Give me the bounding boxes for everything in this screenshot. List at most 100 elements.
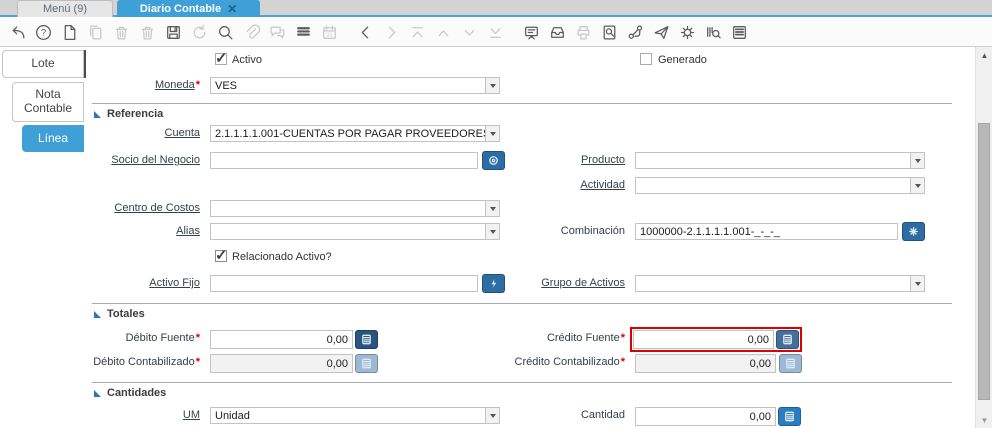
tab-label: Diario Contable bbox=[139, 2, 222, 15]
preference-icon[interactable] bbox=[678, 23, 697, 42]
socio-negocio-label[interactable]: Socio del Negocio bbox=[88, 152, 200, 169]
scroll-up-icon[interactable]: ▲ bbox=[976, 47, 992, 63]
section-divider bbox=[92, 382, 952, 383]
chevron-down-icon[interactable] bbox=[485, 78, 499, 93]
chevron-down-icon[interactable] bbox=[910, 178, 924, 193]
cantidad-label: Cantidad bbox=[580, 409, 625, 421]
last-record-icon bbox=[486, 23, 505, 42]
new-record-icon[interactable] bbox=[60, 23, 79, 42]
chevron-down-icon[interactable] bbox=[910, 276, 924, 291]
calendar-icon: 31 bbox=[320, 23, 339, 42]
help-icon[interactable]: ? bbox=[34, 23, 53, 42]
centro-costos-label[interactable]: Centro de Costos bbox=[88, 200, 200, 217]
svg-text:?: ? bbox=[41, 28, 46, 39]
combinacion-edit-button[interactable] bbox=[902, 222, 925, 241]
activo-fijo-button[interactable] bbox=[482, 274, 505, 293]
collapse-icon[interactable] bbox=[94, 389, 101, 397]
cantidad-calculator-button[interactable] bbox=[778, 407, 801, 426]
undo-icon[interactable] bbox=[8, 23, 27, 42]
credito-fuente-highlight: 0,00 bbox=[630, 327, 802, 352]
credito-fuente-input[interactable]: 0,00 bbox=[633, 330, 774, 349]
relacionado-activo-checkbox[interactable]: ✓ bbox=[215, 248, 228, 263]
um-combobox[interactable]: Unidad bbox=[210, 407, 500, 424]
detail-back-icon[interactable] bbox=[356, 23, 375, 42]
tab-menu[interactable]: Menú (9) bbox=[17, 0, 113, 17]
parent-record-icon[interactable] bbox=[522, 23, 541, 42]
sidebar-tab-lote[interactable]: Lote bbox=[2, 50, 84, 78]
um-label[interactable]: UM bbox=[88, 407, 200, 424]
section-totales: Totales bbox=[94, 308, 145, 320]
tab-diario-contable[interactable]: Diario Contable ✕ bbox=[117, 0, 260, 17]
relacionado-activo-checkbox-label: Relacionado Activo? bbox=[232, 251, 332, 263]
search-icon bbox=[489, 156, 498, 165]
grupo-activos-combobox[interactable] bbox=[635, 275, 925, 292]
delete-record-icon bbox=[112, 23, 131, 42]
grid-toggle-icon[interactable] bbox=[294, 23, 313, 42]
tab-edge-divider bbox=[84, 50, 86, 78]
socio-negocio-search-button[interactable] bbox=[482, 151, 505, 170]
scrollbar-thumb[interactable] bbox=[978, 123, 990, 400]
generado-checkbox[interactable] bbox=[640, 53, 652, 65]
sidebar-tab-nota-contable[interactable]: Nota Contable bbox=[12, 82, 84, 122]
report-icon[interactable] bbox=[600, 23, 619, 42]
credito-fuente-calculator-button[interactable] bbox=[776, 330, 799, 349]
alias-label[interactable]: Alias bbox=[88, 223, 200, 240]
actividad-label[interactable]: Actividad bbox=[508, 177, 625, 194]
chevron-down-icon[interactable] bbox=[485, 224, 499, 239]
svg-text:31: 31 bbox=[326, 33, 332, 39]
activo-checkbox[interactable]: ✓ bbox=[215, 51, 228, 66]
cuenta-combobox[interactable]: 2.1.1.1.1.001-CUENTAS POR PAGAR PROVEEDO… bbox=[210, 125, 500, 142]
find-icon[interactable] bbox=[216, 23, 235, 42]
chevron-down-icon[interactable] bbox=[485, 201, 499, 216]
vertical-scrollbar[interactable]: ▲ ▼ bbox=[975, 47, 992, 428]
chevron-down-icon[interactable] bbox=[910, 153, 924, 168]
activo-checkbox-label: Activo bbox=[232, 54, 262, 66]
chevron-down-icon[interactable] bbox=[485, 408, 499, 423]
print-preview-icon[interactable] bbox=[730, 23, 749, 42]
debito-fuente-calculator-button[interactable] bbox=[355, 330, 378, 349]
send-mail-icon[interactable] bbox=[652, 23, 671, 42]
product-info-icon[interactable] bbox=[704, 23, 723, 42]
activo-fijo-label[interactable]: Activo Fijo bbox=[88, 275, 200, 292]
combinacion-input[interactable]: 1000000-2.1.1.1.1.001-_-_-_ bbox=[635, 223, 898, 240]
debito-fuente-input[interactable]: 0,00 bbox=[210, 330, 353, 349]
calculator-icon bbox=[783, 334, 792, 345]
socio-negocio-input[interactable] bbox=[210, 152, 478, 169]
activo-fijo-input[interactable] bbox=[210, 275, 478, 292]
credito-fuente-label: Crédito Fuente* bbox=[546, 332, 625, 344]
moneda-label[interactable]: Moneda* bbox=[88, 77, 200, 94]
section-divider bbox=[92, 303, 952, 304]
centro-costos-combobox[interactable] bbox=[210, 200, 500, 217]
credito-contabilizado-input: 0,00 bbox=[635, 354, 776, 373]
generado-checkbox-label: Generado bbox=[658, 54, 707, 66]
first-record-icon bbox=[408, 23, 427, 42]
collapse-icon[interactable] bbox=[94, 110, 101, 118]
sidebar-tab-linea[interactable]: Línea bbox=[22, 125, 84, 152]
workflow-icon[interactable] bbox=[626, 23, 645, 42]
grupo-activos-label[interactable]: Grupo de Activos bbox=[508, 275, 625, 292]
calculator-icon bbox=[786, 358, 795, 369]
collapse-icon[interactable] bbox=[94, 310, 101, 318]
close-icon[interactable]: ✕ bbox=[227, 2, 237, 16]
credito-contabilizado-calculator-button bbox=[779, 354, 802, 373]
section-cantidades: Cantidades bbox=[94, 387, 166, 399]
refresh-icon bbox=[190, 23, 209, 42]
app-window: Menú (9) Diario Contable ✕ ? 31 Lote Nota… bbox=[0, 0, 992, 428]
calculator-icon bbox=[785, 411, 794, 422]
producto-combobox[interactable] bbox=[635, 152, 925, 169]
print-icon bbox=[574, 23, 593, 42]
actividad-combobox[interactable] bbox=[635, 177, 925, 194]
lightning-icon bbox=[491, 278, 497, 289]
alias-combobox[interactable] bbox=[210, 223, 500, 240]
cuenta-label[interactable]: Cuenta bbox=[88, 125, 200, 142]
scroll-down-icon[interactable]: ▼ bbox=[976, 412, 992, 428]
save-icon[interactable] bbox=[164, 23, 183, 42]
producto-label[interactable]: Producto bbox=[508, 152, 625, 169]
chat-icon bbox=[268, 23, 287, 42]
calculator-icon bbox=[362, 334, 371, 345]
chevron-down-icon[interactable] bbox=[485, 126, 499, 141]
moneda-combobox[interactable]: VES bbox=[210, 77, 500, 94]
archive-icon[interactable] bbox=[548, 23, 567, 42]
window-tabbar: Menú (9) Diario Contable ✕ bbox=[0, 0, 992, 17]
cantidad-input[interactable]: 0,00 bbox=[635, 407, 776, 426]
